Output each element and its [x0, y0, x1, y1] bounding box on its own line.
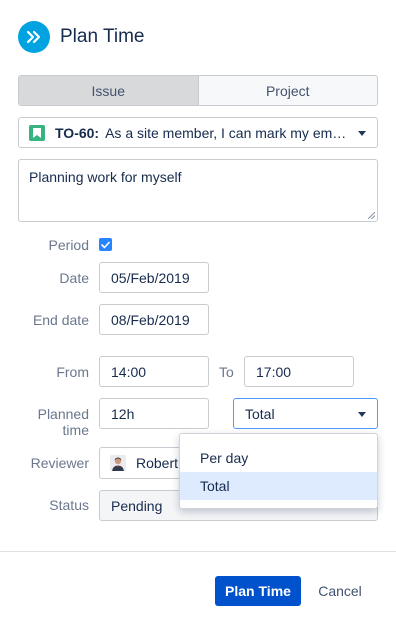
period-label: Period	[48, 237, 89, 253]
date-input[interactable]: 05/Feb/2019	[99, 262, 209, 293]
status-label: Status	[49, 497, 89, 513]
description-textarea[interactable]: Planning work for myself	[18, 159, 378, 222]
description-text: Planning work for myself	[29, 169, 182, 185]
date-label: Date	[59, 270, 89, 286]
planned-time-type-dropdown: Per day Total	[179, 433, 378, 509]
plan-time-button[interactable]: Plan Time	[215, 576, 301, 606]
double-chevron-right-icon	[18, 21, 50, 53]
resize-grip-icon[interactable]	[368, 212, 375, 219]
chevron-down-icon	[358, 412, 366, 417]
planned-time-label: Planned time	[37, 406, 89, 438]
dropdown-option-per-day[interactable]: Per day	[180, 444, 377, 472]
avatar	[110, 455, 126, 471]
cancel-button[interactable]: Cancel	[308, 576, 372, 606]
issue-key: TO-60:	[55, 124, 100, 141]
footer-divider	[0, 551, 396, 552]
tab-project[interactable]: Project	[197, 76, 377, 105]
issue-summary: As a site member, I can mark my em…	[105, 124, 347, 141]
issue-select[interactable]: TO-60: As a site member, I can mark my e…	[18, 117, 378, 148]
planned-time-type-value: Total	[245, 405, 275, 422]
to-label: To	[219, 364, 234, 380]
period-checkbox[interactable]	[99, 238, 112, 251]
story-bookmark-icon	[29, 124, 45, 141]
from-label: From	[56, 364, 89, 380]
scope-tabs: Issue Project	[18, 75, 378, 106]
to-time-input[interactable]: 17:00	[244, 356, 354, 387]
end-date-label: End date	[32, 312, 89, 328]
planned-time-input[interactable]: 12h	[99, 398, 209, 429]
reviewer-label: Reviewer	[30, 455, 89, 471]
dialog-title: Plan Time	[60, 26, 145, 47]
dialog-header: Plan Time	[18, 21, 144, 53]
chevron-down-icon	[358, 131, 366, 136]
from-time-input[interactable]: 14:00	[99, 356, 209, 387]
tab-issue[interactable]: Issue	[19, 76, 198, 105]
end-date-input[interactable]: 08/Feb/2019	[99, 304, 209, 335]
dropdown-option-total[interactable]: Total	[180, 472, 377, 500]
reviewer-name: Robert	[136, 455, 179, 471]
planned-time-type-select[interactable]: Total	[233, 398, 378, 429]
check-icon	[101, 241, 110, 248]
